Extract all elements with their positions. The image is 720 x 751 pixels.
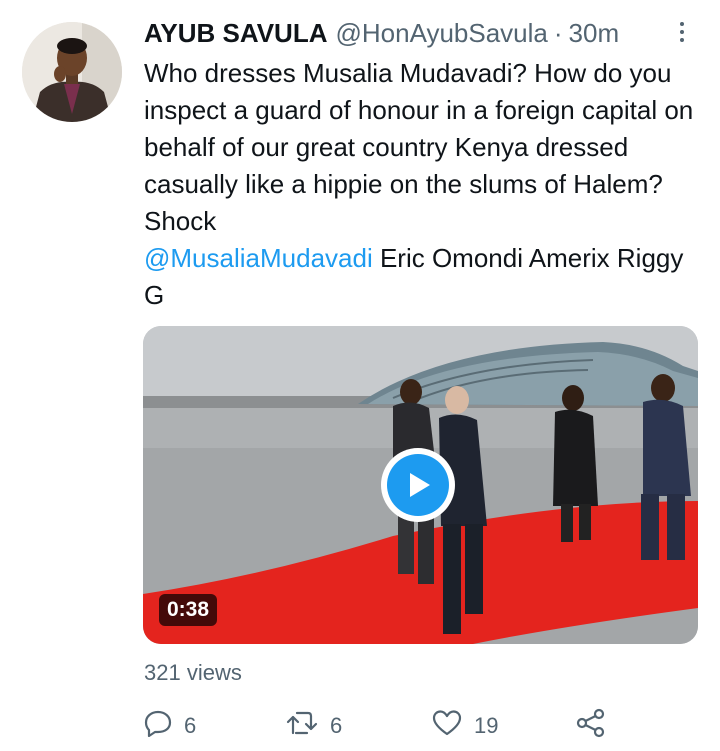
like-button[interactable]: 19 xyxy=(432,706,498,746)
reply-count: 6 xyxy=(184,713,197,738)
mention-link[interactable]: @MusaliaMudavadi xyxy=(144,243,373,273)
retweet-count: 6 xyxy=(330,713,343,738)
retweet-icon xyxy=(286,709,318,743)
play-button[interactable] xyxy=(381,448,455,522)
avatar[interactable] xyxy=(22,22,122,122)
tweet-body: Who dresses Musalia Mudavadi? How do you… xyxy=(144,58,694,236)
video-thumbnail[interactable]: 0:38 xyxy=(143,326,698,644)
author-handle[interactable]: @HonAyubSavula xyxy=(335,18,547,49)
action-bar: 6 6 19 xyxy=(144,706,624,746)
tweet-text: Who dresses Musalia Mudavadi? How do you… xyxy=(144,55,704,314)
more-vertical-icon[interactable] xyxy=(670,18,694,46)
reply-icon xyxy=(144,709,172,743)
play-icon xyxy=(387,454,449,516)
share-icon xyxy=(576,708,606,744)
view-count[interactable]: 321 views xyxy=(144,660,242,686)
retweet-button[interactable]: 6 xyxy=(286,706,342,746)
video-duration: 0:38 xyxy=(159,594,218,626)
profile-photo xyxy=(22,22,122,122)
like-count: 19 xyxy=(474,713,499,738)
timestamp[interactable]: 30m xyxy=(569,18,620,49)
reply-button[interactable]: 6 xyxy=(144,706,196,746)
author-name[interactable]: AYUB SAVULA xyxy=(144,18,327,49)
tweet-mentions-line: @MusaliaMudavadi Eric Omondi Amerix Rigg… xyxy=(144,240,704,314)
separator-dot: · xyxy=(553,17,563,48)
tweet-header: AYUB SAVULA @HonAyubSavula · 30m xyxy=(144,14,690,52)
heart-icon xyxy=(432,709,462,743)
share-button[interactable] xyxy=(576,706,606,746)
